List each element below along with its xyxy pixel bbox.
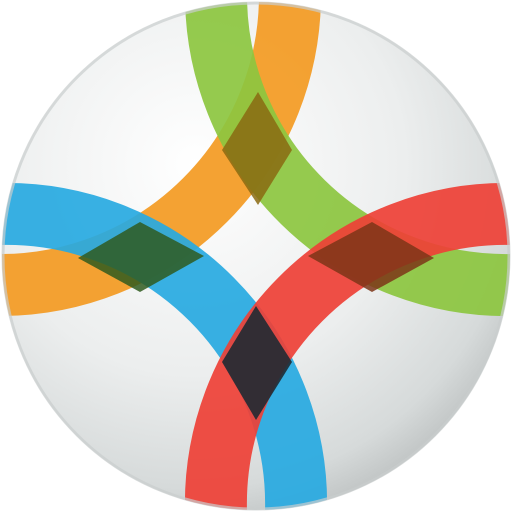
interlocking-arcs-badge-icon: [1, 1, 511, 511]
